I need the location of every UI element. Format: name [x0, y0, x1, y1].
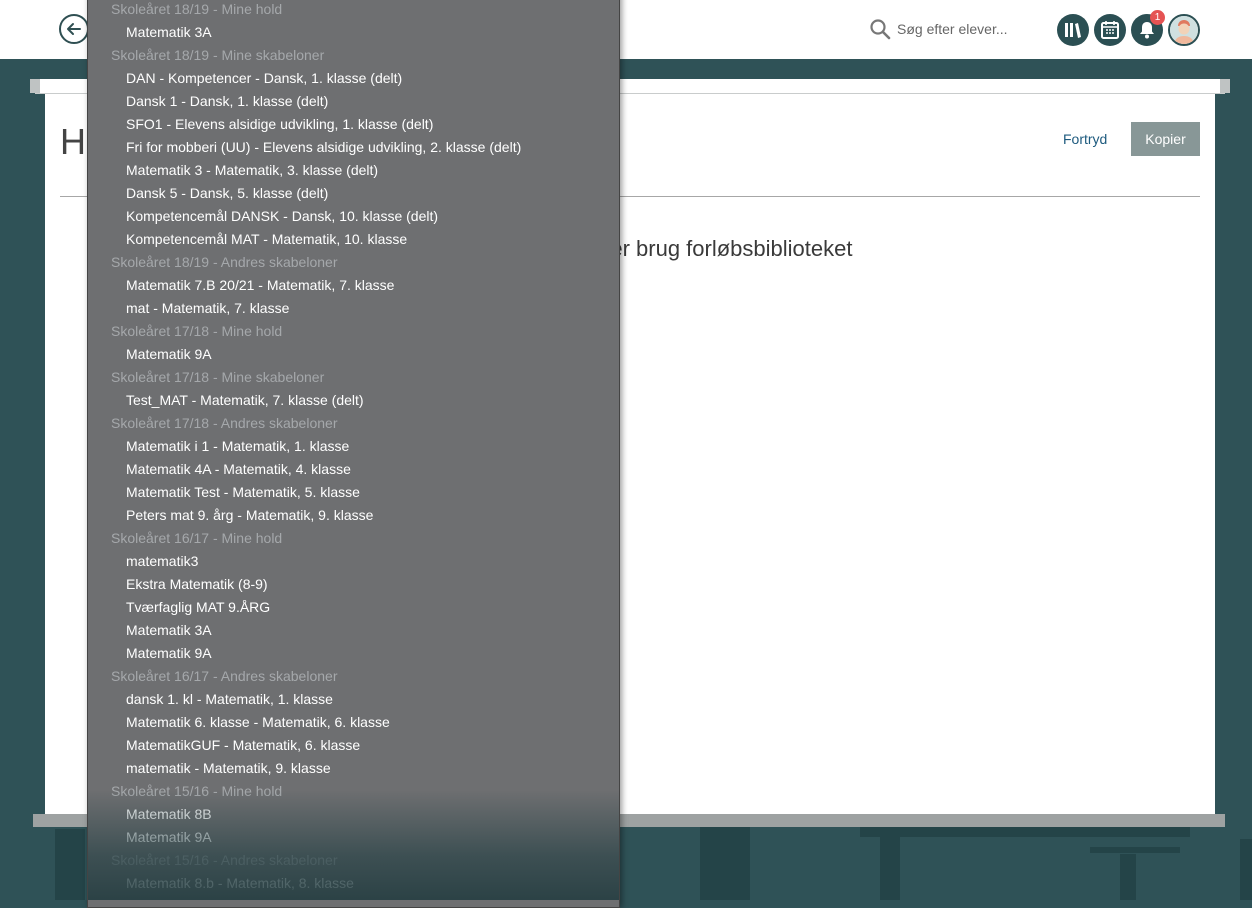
calendar-icon — [1101, 21, 1119, 39]
search-icon — [870, 19, 891, 40]
library-icon — [1065, 23, 1081, 38]
fortryd-button[interactable]: Fortryd — [1063, 131, 1107, 147]
dropdown-option[interactable]: Tværfaglig MAT 9.ÅRG — [126, 599, 270, 615]
notification-badge: 1 — [1150, 10, 1165, 25]
dropdown-option[interactable]: Matematik 9A — [126, 346, 212, 362]
dropdown-option[interactable]: DAN - Kompetencer - Dansk, 1. klasse (de… — [126, 70, 402, 86]
dropdown-group-label: Skoleåret 16/17 - Andres skabeloner — [111, 668, 338, 684]
dropdown-option[interactable]: dansk 1. kl - Matematik, 1. klasse — [126, 691, 333, 707]
dropdown-option[interactable]: Matematik 7.B 20/21 - Matematik, 7. klas… — [126, 277, 394, 293]
dropdown-option[interactable]: matematik3 — [126, 553, 198, 569]
dropdown-option[interactable]: Matematik 3A — [126, 24, 212, 40]
library-button[interactable] — [1057, 14, 1089, 46]
dropdown-option[interactable]: Matematik 9A — [126, 645, 212, 661]
dropdown-option[interactable]: Dansk 1 - Dansk, 1. klasse (delt) — [126, 93, 328, 109]
dropdown-option[interactable]: Matematik 3 - Matematik, 3. klasse (delt… — [126, 162, 378, 178]
avatar[interactable] — [1168, 14, 1200, 46]
dropdown-option[interactable]: Matematik 3A — [126, 622, 212, 638]
calendar-button[interactable] — [1094, 14, 1126, 46]
dropdown-option[interactable]: Peters mat 9. årg - Matematik, 9. klasse — [126, 507, 373, 523]
dropdown-option[interactable]: Matematik 4A - Matematik, 4. klasse — [126, 461, 351, 477]
dropdown-group-label: Skoleåret 17/18 - Mine skabeloner — [111, 369, 325, 385]
dropdown-option[interactable]: Matematik 9A — [126, 829, 212, 845]
dropdown-option[interactable]: Fri for mobberi (UU) - Elevens alsidige … — [126, 139, 521, 155]
course-dropdown-list[interactable]: Matematik 7. - Matematik, 7. klasseSkole… — [87, 0, 620, 908]
dropdown-option[interactable]: SFO1 - Elevens alsidige udvikling, 1. kl… — [126, 116, 433, 132]
dropdown-group-label: Skoleåret 18/19 - Mine hold — [111, 1, 283, 17]
dropdown-group-label: Skoleåret 15/16 - Andres skabeloner — [111, 852, 338, 868]
dropdown-option[interactable]: Matematik 8B — [126, 806, 212, 822]
search-box[interactable] — [869, 17, 1047, 41]
dropdown-option[interactable]: matematik - Matematik, 9. klasse — [126, 760, 331, 776]
dropdown-group-label: Skoleåret 18/19 - Mine skabeloner — [111, 47, 325, 63]
page-title: H — [60, 121, 86, 162]
dropdown-group-label: Skoleåret 17/18 - Mine hold — [111, 323, 283, 339]
dropdown-option[interactable]: MatematikGUF - Matematik, 6. klasse — [126, 737, 360, 753]
dropdown-option[interactable]: Ekstra Matematik (8-9) — [126, 576, 268, 592]
dropdown-option[interactable]: Test_MAT - Matematik, 7. klasse (delt) — [126, 392, 364, 408]
dropdown-group-label: Skoleåret 16/17 - Mine hold — [111, 530, 283, 546]
dropdown-group-label: Skoleåret 18/19 - Andres skabeloner — [111, 254, 338, 270]
dropdown-option[interactable]: Matematik i 1 - Matematik, 1. klasse — [126, 438, 349, 454]
dropdown-option[interactable]: Matematik 6. klasse - Matematik, 6. klas… — [126, 714, 390, 730]
dropdown-option[interactable]: Dansk 5 - Dansk, 5. klasse (delt) — [126, 185, 328, 201]
dropdown-option[interactable]: Matematik Test - Matematik, 5. klasse — [126, 484, 360, 500]
dropdown-group-label: Skoleåret 15/16 - Mine hold — [111, 783, 283, 799]
dropdown-option[interactable]: Kompetencemål MAT - Matematik, 10. klass… — [126, 231, 407, 247]
kopier-button[interactable]: Kopier — [1131, 122, 1200, 156]
avatar-icon — [1170, 16, 1198, 44]
dropdown-option[interactable]: Kompetencemål DANSK - Dansk, 10. klasse … — [126, 208, 438, 224]
dropdown-option[interactable]: Matematik 8.b - Matematik, 8. klasse — [126, 875, 354, 891]
back-button[interactable] — [59, 14, 89, 44]
back-arrow-icon — [67, 23, 81, 35]
dropdown-option[interactable]: mat - Matematik, 7. klasse — [126, 300, 289, 316]
dropdown-group-label: Skoleåret 17/18 - Andres skabeloner — [111, 415, 338, 431]
search-input[interactable] — [897, 21, 1047, 37]
